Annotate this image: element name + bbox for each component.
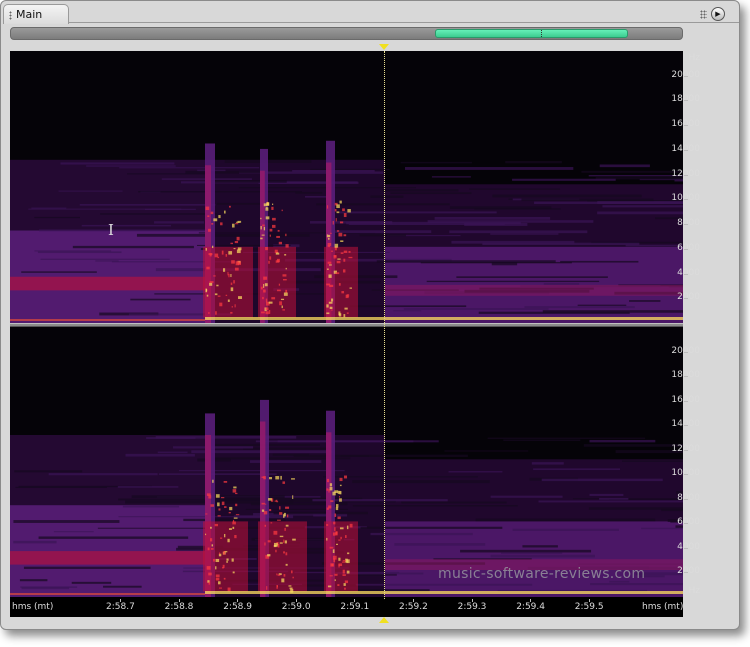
frequency-tick-mark bbox=[684, 174, 688, 176]
frequency-tick-mark bbox=[684, 224, 688, 226]
zoom-overview-bar[interactable] bbox=[10, 27, 683, 40]
time-tick-mark bbox=[530, 599, 532, 602]
grip-dots-icon[interactable] bbox=[9, 11, 12, 20]
time-tick-label: 2:59.5 bbox=[574, 602, 604, 612]
frequency-tick-mark bbox=[684, 425, 688, 427]
frequency-tick-mark bbox=[684, 376, 688, 378]
frequency-tick-label: 18000 bbox=[671, 370, 700, 381]
frequency-tick-mark bbox=[684, 100, 688, 102]
frequency-tick-mark bbox=[684, 572, 688, 574]
time-tick-mark bbox=[588, 599, 590, 602]
playhead-marker-bottom[interactable] bbox=[379, 617, 389, 623]
tab-strip: Main ▶ bbox=[1, 1, 739, 24]
frequency-tick-mark bbox=[684, 248, 688, 250]
frequency-tick-mark bbox=[684, 400, 688, 402]
frequency-tick-label: 8000 bbox=[677, 218, 700, 229]
frequency-tick-mark bbox=[684, 351, 688, 353]
tab-baseline bbox=[69, 22, 739, 23]
time-tick-label: 2:58.9 bbox=[223, 602, 252, 612]
time-format-label[interactable]: hms (mt) bbox=[12, 602, 53, 612]
play-circle-icon[interactable]: ▶ bbox=[711, 7, 725, 21]
visible-range-handle[interactable] bbox=[435, 29, 629, 38]
frequency-tick-label: 20000 bbox=[671, 69, 700, 80]
frequency-tick-mark bbox=[684, 547, 688, 549]
frequency-tick-label: 2000 bbox=[677, 292, 700, 303]
frequency-tick-mark bbox=[684, 75, 688, 77]
spectrogram-left-canvas bbox=[10, 51, 683, 323]
time-tick-label: 2:59.4 bbox=[516, 602, 545, 612]
time-tick-mark bbox=[471, 599, 473, 602]
spectral-frequency-display[interactable]: Hz 20000 18000 16000 14000 12000 10000 8000 600… bbox=[10, 51, 700, 617]
frequency-tick-label: 2000 bbox=[677, 566, 700, 577]
frequency-tick-label: 6000 bbox=[677, 242, 700, 253]
time-tick-label: 2:59.2 bbox=[399, 602, 428, 612]
time-tick-label: 2:59.0 bbox=[281, 602, 311, 612]
time-tick-label: 2:58.7 bbox=[106, 602, 135, 612]
spectrogram-channel-left[interactable] bbox=[10, 51, 683, 323]
frequency-tick-label: 12000 bbox=[671, 443, 700, 454]
time-tick-mark bbox=[354, 599, 356, 602]
tab-label: Main bbox=[16, 8, 43, 21]
frequency-tick-mark bbox=[684, 298, 688, 300]
frequency-tick-label: 20000 bbox=[671, 345, 700, 356]
overview-cursor bbox=[541, 30, 543, 37]
grip-dots-icon[interactable] bbox=[700, 10, 707, 19]
frequency-tick-label: 16000 bbox=[671, 394, 700, 405]
frequency-ruler-right: Hz 20000 18000 16000 14000 12000 10000 8000 600… bbox=[671, 327, 701, 599]
frequency-tick-mark bbox=[684, 273, 688, 275]
frequency-tick-mark bbox=[684, 125, 688, 127]
time-tick-mark bbox=[413, 599, 414, 602]
playback-cursor[interactable] bbox=[384, 51, 385, 599]
frequency-tick-label: 8000 bbox=[677, 492, 700, 503]
frequency-ruler-left: Hz 20000 18000 16000 14000 12000 10000 8000 600… bbox=[671, 51, 701, 323]
playhead-marker-top[interactable] bbox=[379, 44, 389, 50]
frequency-tick-mark bbox=[684, 149, 688, 151]
tab-main[interactable]: Main bbox=[3, 4, 69, 24]
time-tick-label: 2:59.1 bbox=[340, 602, 370, 612]
time-tick-mark bbox=[120, 599, 121, 602]
time-ruler[interactable]: hms (mt) hms (mt) 2:58.7 2:58.8 2:58.9 2:59… bbox=[10, 599, 683, 617]
time-tick-mark bbox=[237, 599, 239, 602]
frequency-tick-label: 10000 bbox=[671, 193, 700, 204]
frequency-tick-label: 4000 bbox=[677, 541, 700, 552]
watermark: music-software-reviews.com bbox=[438, 566, 646, 582]
frequency-tick-label: 4000 bbox=[677, 267, 700, 278]
time-tick-label: 2:59.3 bbox=[457, 602, 487, 612]
frequency-tick-mark bbox=[684, 449, 688, 451]
frequency-tick-label: 6000 bbox=[677, 517, 700, 528]
frequency-tick-label: 14000 bbox=[671, 143, 700, 154]
frequency-tick-mark bbox=[684, 474, 688, 476]
frequency-tick-label: 14000 bbox=[671, 419, 700, 430]
editor-panel: Main ▶ Hz 20000 18000 16000 14000 12000 10000… bbox=[0, 0, 740, 630]
frequency-tick-label: 10000 bbox=[671, 468, 700, 479]
frequency-unit-label: Hz bbox=[688, 53, 701, 63]
time-tick-label: 2:58.8 bbox=[164, 602, 194, 612]
time-tick-mark bbox=[178, 599, 180, 602]
frequency-tick-mark bbox=[684, 498, 688, 500]
text-cursor-icon: I bbox=[108, 221, 114, 239]
frequency-tick-mark bbox=[684, 523, 688, 525]
time-tick-mark bbox=[295, 599, 297, 602]
frequency-tick-label: 18000 bbox=[671, 94, 700, 105]
spectrogram-channel-right[interactable] bbox=[10, 327, 683, 597]
time-format-label-right[interactable]: hms (mt) bbox=[642, 602, 683, 612]
frequency-tick-mark bbox=[684, 199, 688, 201]
spectrogram-right-canvas bbox=[10, 327, 683, 597]
frequency-tick-label: 12000 bbox=[671, 168, 700, 179]
frequency-tick-label: 16000 bbox=[671, 119, 700, 130]
frequency-unit-label: Hz bbox=[688, 586, 701, 596]
